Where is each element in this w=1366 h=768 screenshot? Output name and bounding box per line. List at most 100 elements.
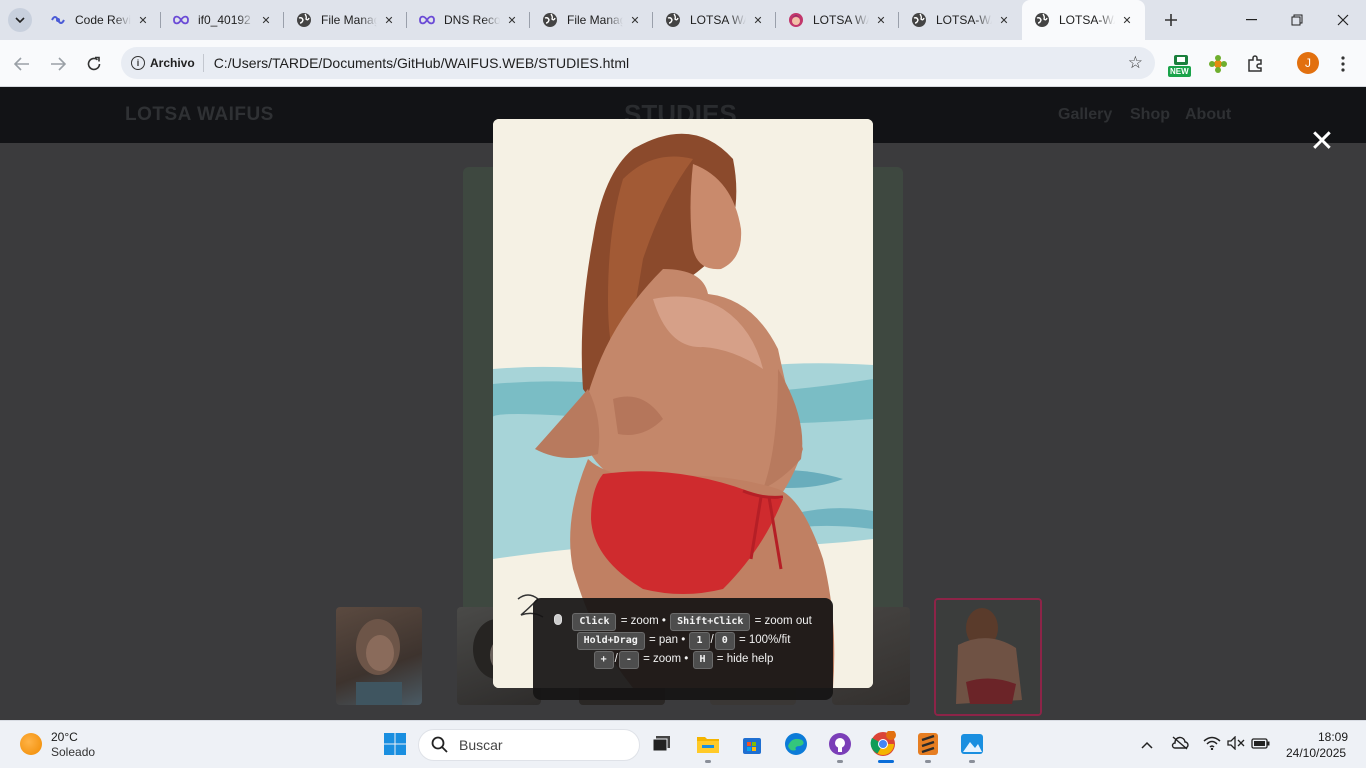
wifi-icon[interactable] [1203, 736, 1221, 753]
tab[interactable]: LOTSA WAIFUS ✕ [653, 0, 776, 40]
chevron-up-icon[interactable] [1141, 736, 1153, 752]
globe-icon [665, 12, 681, 28]
fit-desc: = 100%/fit [738, 634, 791, 646]
edge-icon [785, 733, 807, 755]
github-desktop-button[interactable] [827, 731, 853, 757]
reload-button[interactable] [80, 50, 108, 78]
tab[interactable]: LOTSA WAIFUS ✕ [776, 0, 899, 40]
help-line-1: Click = zoom • Shift+Click = zoom out [533, 612, 833, 631]
thumbnail-active[interactable] [934, 598, 1042, 716]
running-indicator [969, 760, 975, 763]
close-window-button[interactable] [1320, 0, 1366, 40]
infinity-icon [173, 12, 189, 28]
clock-time[interactable]: 18:09 [1318, 730, 1348, 744]
weather-description[interactable]: Soleado [51, 745, 95, 759]
hide-help-desc: = hide help [716, 653, 774, 665]
tab-close-icon[interactable]: ✕ [996, 12, 1012, 28]
store-button[interactable] [739, 731, 765, 757]
tab-title: LOTSA WAIFUS [813, 13, 869, 27]
store-icon [743, 738, 761, 754]
thumbnail[interactable] [336, 607, 422, 705]
omnibox-divider [202, 54, 204, 72]
chrome-icon [870, 731, 896, 756]
tab-search-button[interactable] [8, 8, 32, 32]
sublime-text-button[interactable] [915, 731, 941, 757]
minimize-button[interactable] [1228, 0, 1274, 40]
tab-close-icon[interactable]: ✕ [381, 12, 397, 28]
tab-title: File Manager [567, 13, 623, 27]
arrow-left-icon [14, 57, 29, 71]
cloud-offline-icon[interactable] [1171, 736, 1189, 753]
tab[interactable]: if0_40192 ✕ [161, 0, 284, 40]
tab[interactable]: LOTSA-WAIFUS ✕ [899, 0, 1022, 40]
address-bar[interactable]: i Archivo C:/Users/TARDE/Documents/GitHu… [121, 47, 1155, 79]
file-chip[interactable]: Archivo [150, 56, 195, 70]
battery-icon[interactable] [1251, 736, 1271, 753]
slash-2: / [614, 653, 618, 665]
file-explorer-button[interactable] [695, 731, 721, 757]
tab[interactable]: Code Review ✕ [38, 0, 161, 40]
taskbar-search[interactable]: Buscar [418, 729, 640, 761]
bikini-thumbnail-image [936, 600, 1040, 714]
chevron-down-icon [15, 17, 25, 23]
url-text[interactable]: C:/Users/TARDE/Documents/GitHub/WAIFUS.W… [214, 55, 629, 71]
extensions-button[interactable] [1242, 51, 1268, 77]
tab-title: LOTSA-WAIFUS [936, 13, 992, 27]
windows-taskbar: 20°C Soleado Buscar 18:09 24/10/2025 [0, 720, 1366, 768]
tab-close-icon[interactable]: ✕ [504, 12, 520, 28]
key-0: 0 [714, 632, 735, 650]
nav-shop-link[interactable]: Shop [1130, 106, 1170, 124]
tab-close-icon[interactable]: ✕ [750, 12, 766, 28]
browser-toolbar: i Archivo C:/Users/TARDE/Documents/GitHu… [0, 40, 1366, 87]
tab-close-icon[interactable]: ✕ [1119, 12, 1135, 28]
weather-temperature[interactable]: 20°C [51, 730, 78, 744]
tab[interactable]: DNS Records ✕ [407, 0, 530, 40]
tab-close-icon[interactable]: ✕ [873, 12, 889, 28]
tab-title: Code Review [75, 13, 131, 27]
minus-key: - [618, 651, 639, 669]
clock-date[interactable]: 24/10/2025 [1286, 746, 1346, 760]
chrome-button[interactable] [870, 731, 896, 757]
shift-click-key: Shift+Click [670, 613, 751, 631]
browser-menu-button[interactable] [1330, 51, 1356, 77]
restore-button[interactable] [1274, 0, 1320, 40]
volume-muted-icon[interactable] [1227, 735, 1245, 753]
github-icon [829, 733, 851, 755]
tab-active[interactable]: LOTSA-WAIFUS ✕ [1022, 0, 1145, 40]
start-button[interactable] [382, 731, 408, 757]
tab-title: File Manager [321, 13, 377, 27]
tab-close-icon[interactable]: ✕ [627, 12, 643, 28]
plus-key: + [593, 651, 614, 669]
site-logo[interactable]: LOTSA WAIFUS [125, 104, 274, 126]
folder-icon [697, 737, 719, 753]
mouse-icon [554, 614, 563, 625]
tab[interactable]: File Manager ✕ [284, 0, 407, 40]
sun-icon[interactable] [20, 733, 42, 755]
tab-close-icon[interactable]: ✕ [258, 12, 274, 28]
task-view-button[interactable] [649, 731, 675, 757]
extension-flower-button[interactable] [1205, 51, 1231, 77]
new-tab-button[interactable] [1157, 0, 1185, 40]
globe-icon [911, 12, 927, 28]
photos-button[interactable] [959, 731, 985, 757]
back-button[interactable] [8, 50, 36, 78]
extension-new-button[interactable]: NEW [1168, 51, 1194, 77]
bookmark-star-icon[interactable]: ☆ [1128, 53, 1143, 73]
portrait-thumbnail-image [356, 619, 402, 705]
nav-about-link[interactable]: About [1185, 106, 1231, 124]
nav-gallery-link[interactable]: Gallery [1058, 106, 1112, 124]
hold-drag-desc: = pan • [648, 634, 686, 646]
globe-icon [296, 12, 312, 28]
flower-extension-icon [1209, 55, 1227, 73]
site-info-icon[interactable]: i [131, 56, 145, 70]
edge-button[interactable] [783, 731, 809, 757]
globe-icon [542, 12, 558, 28]
tab[interactable]: File Manager ✕ [530, 0, 653, 40]
active-indicator [878, 760, 894, 763]
profile-avatar[interactable]: J [1297, 52, 1319, 74]
close-lightbox-button[interactable]: ✕ [1308, 127, 1336, 157]
forward-button[interactable] [44, 50, 72, 78]
page-viewport: LOTSA WAIFUS STUDIES Gallery Shop About [0, 87, 1366, 720]
tab-list: Code Review✕if0_40192✕File Manager✕DNS R… [38, 0, 1185, 40]
tab-close-icon[interactable]: ✕ [135, 12, 151, 28]
